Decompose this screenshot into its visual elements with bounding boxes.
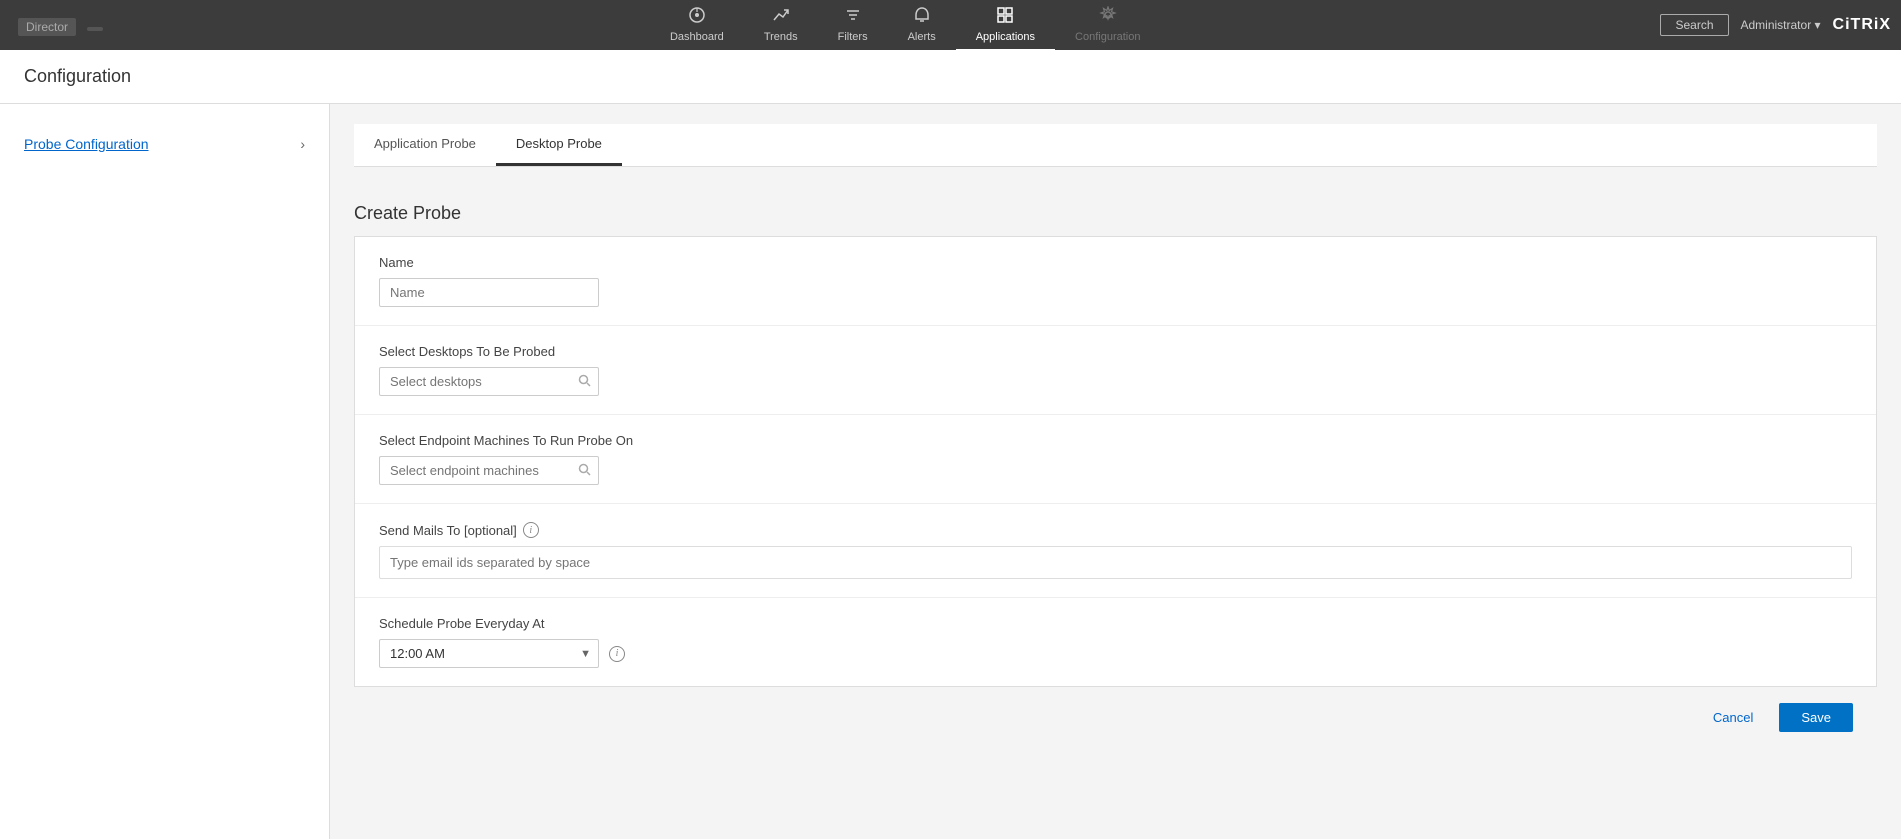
sidebar-item-probe-configuration[interactable]: Probe Configuration ›	[0, 124, 329, 164]
sidebar: Probe Configuration ›	[0, 104, 330, 839]
form-section-endpoint: Select Endpoint Machines To Run Probe On	[355, 415, 1876, 504]
sidebar-item-probe-label[interactable]: Probe Configuration	[24, 136, 149, 152]
name-label: Name	[379, 255, 1852, 270]
form-section-desktops: Select Desktops To Be Probed	[355, 326, 1876, 415]
name-input[interactable]	[379, 278, 599, 307]
nav-configuration-label: Configuration	[1075, 31, 1140, 43]
nav-filters[interactable]: Filters	[818, 0, 888, 51]
email-input[interactable]	[379, 546, 1852, 579]
citrix-logo: CiTRiX	[1833, 16, 1891, 34]
endpoint-label: Select Endpoint Machines To Run Probe On	[379, 433, 1852, 448]
email-label-text: Send Mails To [optional]	[379, 523, 517, 538]
form-section-schedule: Schedule Probe Everyday At 12:00 AM 1:00…	[355, 598, 1876, 686]
schedule-label: Schedule Probe Everyday At	[379, 616, 1852, 631]
email-label: Send Mails To [optional] i	[379, 522, 1852, 538]
tabs: Application Probe Desktop Probe	[354, 124, 1877, 167]
trends-icon	[772, 6, 790, 29]
brand-tag	[87, 27, 103, 31]
schedule-info-icon[interactable]: i	[609, 646, 625, 662]
endpoint-input[interactable]	[379, 456, 599, 485]
nav-dashboard-label: Dashboard	[670, 31, 724, 43]
schedule-row: 12:00 AM 1:00 AM 2:00 AM 6:00 AM 12:00 P…	[379, 639, 1852, 668]
cancel-button[interactable]: Cancel	[1699, 703, 1767, 732]
applications-icon	[996, 6, 1014, 29]
admin-button[interactable]: Administrator ▾	[1741, 18, 1821, 32]
dashboard-icon	[688, 6, 706, 29]
nav-alerts[interactable]: Alerts	[888, 0, 956, 51]
topnav-right: Search Administrator ▾ CiTRiX	[1660, 14, 1891, 36]
endpoint-search-icon	[578, 463, 591, 479]
page-body: Probe Configuration › Application Probe …	[0, 104, 1901, 839]
nav-filters-label: Filters	[838, 31, 868, 43]
brand: Director	[10, 15, 130, 36]
schedule-select[interactable]: 12:00 AM 1:00 AM 2:00 AM 6:00 AM 12:00 P…	[379, 639, 599, 668]
email-info-icon[interactable]: i	[523, 522, 539, 538]
save-button[interactable]: Save	[1779, 703, 1853, 732]
desktops-search-icon	[578, 374, 591, 390]
page-footer: Cancel Save	[354, 687, 1877, 748]
endpoint-input-wrapper	[379, 456, 599, 485]
form-section-name: Name	[355, 237, 1876, 326]
form-section-email: Send Mails To [optional] i	[355, 504, 1876, 598]
desktops-input-wrapper	[379, 367, 599, 396]
main-content: Application Probe Desktop Probe Create P…	[330, 104, 1901, 839]
search-button[interactable]: Search	[1660, 14, 1728, 36]
filters-icon	[844, 6, 862, 29]
configuration-icon	[1099, 6, 1117, 29]
nav-applications[interactable]: Applications	[956, 0, 1055, 51]
nav-alerts-label: Alerts	[908, 31, 936, 43]
form-container: Name Select Desktops To Be Probed Select…	[354, 236, 1877, 687]
page-title: Configuration	[24, 66, 1877, 87]
nav-dashboard[interactable]: Dashboard	[650, 0, 744, 51]
nav-configuration: Configuration	[1055, 0, 1160, 51]
tab-application-probe[interactable]: Application Probe	[354, 124, 496, 166]
alerts-icon	[913, 6, 931, 29]
desktops-input[interactable]	[379, 367, 599, 396]
topnav: Director Dashboard Trends Filters Ale	[0, 0, 1901, 50]
desktops-label: Select Desktops To Be Probed	[379, 344, 1852, 359]
nav-trends-label: Trends	[764, 31, 798, 43]
schedule-select-wrapper: 12:00 AM 1:00 AM 2:00 AM 6:00 AM 12:00 P…	[379, 639, 599, 668]
nav-trends[interactable]: Trends	[744, 0, 818, 51]
tab-desktop-probe[interactable]: Desktop Probe	[496, 124, 622, 166]
chevron-right-icon: ›	[300, 136, 305, 152]
create-probe-heading: Create Probe	[354, 187, 1877, 236]
nav-applications-label: Applications	[976, 31, 1035, 43]
page-header: Configuration	[0, 50, 1901, 104]
topnav-items: Dashboard Trends Filters Alerts Applicat…	[150, 0, 1660, 51]
brand-name: Director	[18, 18, 76, 36]
